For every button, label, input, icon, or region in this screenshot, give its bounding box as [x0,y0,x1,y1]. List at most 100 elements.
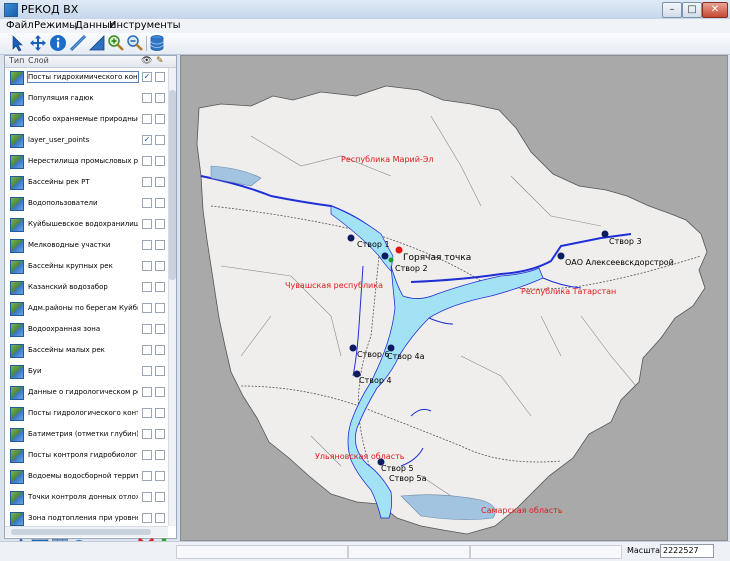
layer-visibility-checkbox[interactable] [142,219,152,229]
layer-visibility-checkbox[interactable] [142,282,152,292]
layer-edit-checkbox[interactable] [155,156,165,166]
menu-file[interactable]: Файл [6,20,34,31]
layer-row[interactable]: Бассейны крупных рек [7,257,165,277]
layer-visibility-checkbox[interactable] [142,240,152,250]
layer-edit-checkbox[interactable] [155,177,165,187]
vertical-scroll-thumb[interactable] [169,90,176,280]
layer-visibility-checkbox[interactable] [142,513,152,523]
layer-row[interactable]: Водоохранная зона [7,320,165,340]
layer-row[interactable]: Популяция гадюк [7,89,165,109]
layer-edit-checkbox[interactable] [155,303,165,313]
layer-visibility-checkbox[interactable] [142,429,152,439]
layer-edit-checkbox[interactable] [155,114,165,124]
map-canvas[interactable] [181,56,727,540]
info-icon[interactable] [49,34,67,52]
layer-row[interactable]: Точки контроля донных отложений [7,488,165,508]
layer-name: Бассейны малых рек [28,346,105,354]
layer-row[interactable]: Казанский водозабор [7,278,165,298]
minimize-button[interactable]: – [662,2,682,18]
zoom-out-icon[interactable] [126,34,144,52]
pan-move-icon[interactable] [29,34,47,52]
region-label: Республика Марий-Эл [341,155,434,164]
layer-row[interactable]: Буи [7,362,165,382]
layer-row[interactable]: Бассейны малых рек [7,341,165,361]
menu-tools[interactable]: Инструменты [109,20,181,31]
layer-name: Посты гидрохимического контроля [27,71,139,83]
layer-visibility-checkbox[interactable] [142,492,152,502]
layer-edit-checkbox[interactable] [155,387,165,397]
layer-edit-checkbox[interactable] [155,429,165,439]
layer-row[interactable]: Посты контроля гидробиологичес... [7,446,165,466]
zoom-in-icon[interactable] [107,34,125,52]
layer-name: Куйбышевское водохранилище [28,220,138,228]
layer-row[interactable]: Нерестилища промысловых рыб [7,152,165,172]
layer-type-icon [10,92,24,106]
layer-name: Зона подтопления при уровне 60м [28,514,138,522]
layer-name: Мелководные участки [28,241,111,249]
layer-edit-checkbox[interactable] [155,492,165,502]
layer-row[interactable]: Батиметрия (отметки глубин) [7,425,165,445]
layer-visibility-checkbox[interactable] [142,114,152,124]
layer-edit-checkbox[interactable] [155,324,165,334]
layer-row[interactable]: Адм.районы по берегам Куйбыше... [7,299,165,319]
layer-visibility-checkbox[interactable] [142,366,152,376]
layer-visibility-checkbox[interactable] [142,345,152,355]
layer-row[interactable]: Данные о гидрологическом режиме [7,383,165,403]
layer-edit-checkbox[interactable] [155,240,165,250]
area-triangle-icon[interactable] [88,34,106,52]
layer-vertical-scrollbar[interactable] [168,68,176,526]
maximize-button[interactable]: □ [682,2,702,18]
layer-edit-checkbox[interactable] [155,282,165,292]
database-icon[interactable] [148,34,166,52]
layer-visibility-checkbox[interactable] [142,156,152,166]
close-button[interactable]: ✕ [702,2,728,18]
layer-row[interactable]: Зона подтопления при уровне 60м [7,509,165,526]
station-marker [347,234,355,242]
measure-ruler-icon[interactable] [69,34,87,52]
layer-edit-checkbox[interactable] [155,471,165,481]
layer-row[interactable]: layer_user_points ✓ [7,131,165,151]
layer-edit-checkbox[interactable] [155,345,165,355]
layer-visibility-checkbox[interactable] [142,408,152,418]
layer-visibility-checkbox[interactable] [142,303,152,313]
layer-type-icon [10,155,24,169]
layer-visibility-checkbox[interactable]: ✓ [142,72,152,82]
layer-row[interactable]: Водоемы водосборной территори... [7,467,165,487]
layer-row[interactable]: Водопользователи [7,194,165,214]
map-view[interactable]: Республика Марий-Эл Чувашская республика… [180,55,728,541]
layer-edit-checkbox[interactable] [155,219,165,229]
layer-row[interactable]: Мелководные участки [7,236,165,256]
layer-edit-checkbox[interactable] [155,261,165,271]
layer-row[interactable]: Куйбышевское водохранилище [7,215,165,235]
layer-visibility-checkbox[interactable] [142,387,152,397]
layer-visibility-checkbox[interactable] [142,324,152,334]
layer-row[interactable]: Посты гидрохимического контроля✓ [7,68,165,88]
layer-visibility-checkbox[interactable] [142,177,152,187]
layer-visibility-checkbox[interactable] [142,261,152,271]
select-arrow-icon[interactable] [9,34,27,52]
layer-visibility-checkbox[interactable] [142,93,152,103]
layer-edit-checkbox[interactable] [155,450,165,460]
layer-horizontal-scrollbar[interactable] [5,526,168,537]
layer-row[interactable]: Особо охраняемые природные тер... [7,110,165,130]
horizontal-scroll-thumb[interactable] [11,529,151,535]
layer-visibility-checkbox[interactable]: ✓ [142,135,152,145]
layer-edit-checkbox[interactable] [155,198,165,208]
menu-modes[interactable]: Режимы [34,20,77,31]
layer-visibility-checkbox[interactable] [142,450,152,460]
layer-edit-checkbox[interactable] [155,135,165,145]
layer-edit-checkbox[interactable] [155,513,165,523]
layer-row[interactable]: Посты гидрологического контроля [7,404,165,424]
layer-edit-checkbox[interactable] [155,366,165,376]
layer-visibility-checkbox[interactable] [142,471,152,481]
layer-edit-checkbox[interactable] [155,93,165,103]
layer-row[interactable]: Бассейны рек РТ [7,173,165,193]
toolbar [0,33,730,55]
layer-panel-header: Тип Слой 👁 ✎ [5,56,176,68]
scale-input[interactable]: 2222527 [660,544,714,558]
layer-edit-checkbox[interactable] [155,72,165,82]
layer-visibility-checkbox[interactable] [142,198,152,208]
layer-edit-checkbox[interactable] [155,408,165,418]
point-label: Створ 2 [395,264,428,273]
layer-name: Водоемы водосборной территори... [28,472,138,480]
